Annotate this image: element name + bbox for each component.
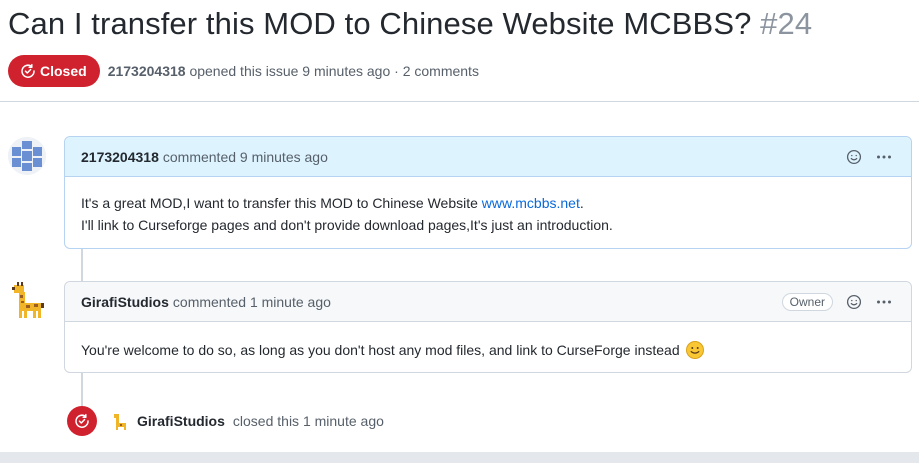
comment-author-link[interactable]: 2173204318 — [81, 149, 159, 165]
comment-box: GirafiStudios commented 1 minute ago Own… — [64, 281, 912, 373]
closed-event-badge — [67, 406, 97, 436]
smiling-emoji-icon — [685, 341, 704, 359]
comment-body-line: It's a great MOD,I want to transfer this… — [81, 192, 895, 214]
comment-body: You're welcome to do so, as long as you … — [65, 322, 911, 377]
kebab-horizontal-icon — [877, 300, 891, 303]
issue-closed-icon — [75, 413, 89, 428]
comment-timestamp[interactable]: commented 9 minutes ago — [163, 149, 328, 165]
state-label: Closed — [40, 63, 87, 79]
event-text[interactable]: closed this 1 minute ago — [233, 413, 384, 429]
comment-options-button[interactable] — [873, 291, 895, 313]
comment-author-link[interactable]: GirafiStudios — [81, 294, 169, 310]
comment-text: You're welcome to do so, as long as you … — [81, 342, 680, 358]
comment-options-button[interactable] — [873, 146, 895, 168]
header-divider — [0, 101, 919, 102]
comment-body-line: I'll link to Curseforge pages and don't … — [81, 217, 613, 233]
comment-header: 2173204318 commented 9 minutes ago — [65, 137, 911, 177]
giraffe-icon — [12, 282, 44, 318]
issue-title-text: Can I transfer this MOD to Chinese Websi… — [8, 6, 752, 41]
comment-text-suffix: . — [579, 195, 584, 211]
comment-box: 2173204318 commented 9 minutes ago It's … — [64, 136, 912, 249]
smiley-icon — [846, 294, 862, 309]
issue-number: #24 — [760, 6, 813, 41]
issue-page: Can I transfer this MOD to Chinese Websi… — [0, 0, 919, 463]
issue-author-link[interactable]: 2173204318 — [108, 63, 186, 79]
issue-opened-text: opened this issue 9 minutes ago · 2 comm… — [189, 63, 479, 79]
mcbbs-link[interactable]: www.mcbbs.net — [482, 195, 580, 211]
identicon-image — [8, 137, 46, 175]
state-badge-closed: Closed — [8, 55, 100, 87]
comment-header: GirafiStudios commented 1 minute ago Own… — [65, 282, 911, 322]
avatar-2173204318[interactable] — [8, 137, 46, 175]
owner-badge: Owner — [781, 292, 833, 311]
comment-text: It's a great MOD,I want to transfer this… — [81, 195, 482, 211]
timeline-event-closed: GirafiStudios closed this 1 minute ago — [67, 406, 384, 436]
avatar-girafistudios[interactable] — [8, 281, 46, 319]
giraffe-avatar-small-icon[interactable] — [111, 412, 129, 430]
bottom-scroll-area — [0, 452, 919, 463]
event-actor-link[interactable]: GirafiStudios — [137, 413, 225, 429]
issue-opened-meta: 2173204318 opened this issue 9 minutes a… — [108, 63, 479, 79]
smiling-face-icon — [690, 347, 699, 354]
add-reaction-button[interactable] — [843, 146, 865, 168]
smiley-icon — [846, 149, 862, 164]
add-reaction-button[interactable] — [843, 291, 865, 313]
comment-timestamp[interactable]: commented 1 minute ago — [173, 294, 331, 310]
issue-closed-icon — [21, 63, 35, 78]
kebab-horizontal-icon — [877, 155, 891, 158]
comment-body: It's a great MOD,I want to transfer this… — [65, 177, 911, 252]
issue-title: Can I transfer this MOD to Chinese Websi… — [8, 6, 812, 42]
issue-meta: Closed 2173204318 opened this issue 9 mi… — [8, 55, 479, 87]
